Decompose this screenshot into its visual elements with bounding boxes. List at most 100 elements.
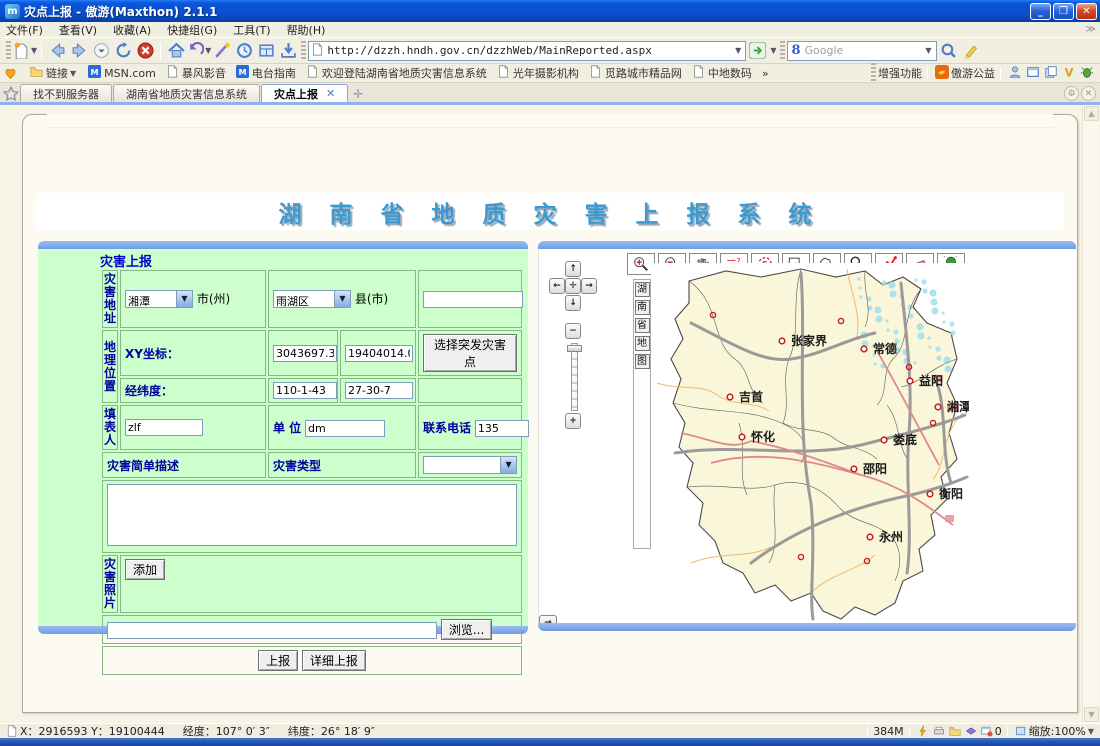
urlbar-grip[interactable] [301, 41, 306, 61]
download-folder-icon[interactable] [949, 725, 961, 737]
link-item-4[interactable]: 光年摄影机构 [497, 65, 579, 81]
popup-blocker-icon[interactable] [981, 725, 993, 737]
link-item-6[interactable]: 中地数码 [692, 65, 752, 81]
disaster-type-select[interactable]: ▼ [423, 456, 517, 474]
search-input[interactable]: Google [805, 44, 924, 57]
pan-up-button[interactable]: ↑ [565, 261, 581, 277]
link-item-1[interactable]: 暴风影音 [166, 65, 226, 81]
trophy-icon[interactable]: V [1060, 65, 1078, 82]
stop-button[interactable] [134, 40, 156, 62]
go-button[interactable] [746, 40, 768, 62]
address-bar[interactable]: http://dzzh.hndh.gov.cn/dzzhWeb/MainRepo… [308, 41, 746, 61]
plus-features-button[interactable]: 增强功能 [878, 65, 922, 81]
phone-input[interactable] [475, 420, 529, 437]
pan-center-button[interactable]: ✛ [565, 278, 581, 294]
url-input[interactable]: http://dzzh.hndh.gov.cn/dzzhWeb/MainRepo… [327, 44, 733, 57]
layer-button-1[interactable]: 南 [635, 300, 650, 315]
links-overflow-button[interactable]: » [762, 67, 769, 80]
zoom-slider-thumb[interactable] [567, 345, 582, 352]
scroll-up-icon[interactable]: ▲ [1084, 106, 1099, 121]
detail-submit-button[interactable]: 详细上报 [302, 650, 366, 671]
bug-icon[interactable] [1078, 65, 1096, 82]
back-button[interactable] [46, 40, 68, 62]
undo-button[interactable]: ▼ [187, 40, 211, 62]
pan-right-button[interactable]: → [581, 278, 597, 294]
favorites-star-icon[interactable] [2, 86, 20, 102]
tab-1[interactable]: 湖南省地质灾害信息系统 [113, 84, 260, 102]
plugin-icon[interactable] [965, 725, 977, 737]
zoom-level[interactable]: 缩放:100% [1029, 723, 1086, 739]
menu-item-2[interactable]: 收藏(A) [113, 24, 151, 37]
download-button[interactable] [277, 40, 299, 62]
search-button[interactable] [937, 40, 959, 62]
menu-item-5[interactable]: 帮助(H) [287, 24, 326, 37]
zoom-in-step-button[interactable]: + [565, 413, 581, 429]
unit-input[interactable] [305, 420, 385, 437]
longitude-input[interactable] [273, 382, 337, 399]
favorites-heart-icon[interactable] [4, 67, 20, 80]
tab-close-icon[interactable]: ✕ [326, 87, 335, 100]
tab-0[interactable]: 找不到服务器 [20, 84, 112, 102]
restore-button[interactable]: ❐ [1053, 3, 1074, 20]
toolbar-grip[interactable] [6, 41, 11, 61]
menu-overflow-icon[interactable]: ≫ [1086, 24, 1096, 35]
pan-left-button[interactable]: ← [549, 278, 565, 294]
layer-button-2[interactable]: 省 [635, 318, 650, 333]
layer-button-4[interactable]: 图 [635, 354, 650, 369]
menu-item-3[interactable]: 快捷组(G) [167, 24, 217, 37]
search-engine-dropdown-icon[interactable]: ▼ [923, 46, 933, 55]
menu-item-0[interactable]: 文件(F) [6, 24, 43, 37]
vertical-scrollbar[interactable]: ▲ ▼ [1082, 105, 1099, 723]
link-item-3[interactable]: 欢迎登陆湖南省地质灾害信息系统 [306, 65, 487, 81]
tab-settings-wrench-icon[interactable]: ⚙ [1064, 86, 1079, 101]
pick-disaster-point-button[interactable]: 选择突发灾害点 [423, 334, 517, 372]
submit-button[interactable]: 上报 [258, 650, 298, 671]
capture-button[interactable] [255, 40, 277, 62]
proxy-icon[interactable] [933, 725, 945, 737]
history-clock-button[interactable] [233, 40, 255, 62]
city-select[interactable]: 湘潭▼ [125, 290, 193, 308]
latitude-input[interactable] [345, 382, 413, 399]
layer-button-3[interactable]: 地 [635, 336, 650, 351]
user-icon[interactable] [1006, 65, 1024, 82]
browse-button[interactable]: 浏览... [441, 619, 492, 640]
link-item-5[interactable]: 觅路城市精品网 [589, 65, 682, 81]
new-window-icon[interactable] [1024, 65, 1042, 82]
lightning-icon[interactable] [917, 725, 929, 737]
zoom-out-step-button[interactable]: − [565, 323, 581, 339]
go-dropdown-icon[interactable]: ▼ [768, 46, 778, 55]
new-tab-button[interactable]: ✛ [349, 86, 367, 102]
x-coordinate-input[interactable] [273, 345, 337, 362]
link-item-2[interactable]: M电台指南 [236, 65, 296, 81]
zoom-slider-track[interactable] [571, 343, 578, 411]
link-item-0[interactable]: MMSN.com [88, 65, 156, 81]
y-coordinate-input[interactable] [345, 345, 413, 362]
county-select[interactable]: 雨湖区▼ [273, 290, 351, 308]
tab-close-all-icon[interactable]: ✕ [1081, 86, 1096, 101]
home-button[interactable] [165, 40, 187, 62]
pan-down-button[interactable]: ↓ [565, 295, 581, 311]
snap-tool-button[interactable] [211, 40, 233, 62]
history-dropdown-button[interactable] [90, 40, 112, 62]
expand-panel-button[interactable]: → [539, 615, 557, 623]
minimize-button[interactable]: _ [1030, 3, 1051, 20]
url-dropdown-icon[interactable]: ▼ [733, 46, 743, 55]
new-page-button[interactable]: ▼ [13, 40, 37, 62]
add-photo-button[interactable]: 添加 [125, 559, 165, 580]
menu-item-4[interactable]: 工具(T) [233, 24, 270, 37]
search-grip[interactable] [780, 41, 785, 61]
photo-file-input[interactable] [107, 622, 437, 639]
refresh-button[interactable] [112, 40, 134, 62]
forward-button[interactable] [68, 40, 90, 62]
close-button[interactable]: ✕ [1076, 3, 1097, 20]
layer-button-0[interactable]: 湖 [635, 282, 650, 297]
links-folder-button[interactable]: 链接 ▼ [30, 65, 78, 81]
menu-item-1[interactable]: 查看(V) [59, 24, 97, 37]
tab-2[interactable]: 灾点上报✕ [261, 84, 348, 102]
search-box[interactable]: 8 Google ▼ [787, 41, 937, 61]
reporter-name-input[interactable] [125, 419, 203, 436]
page-zoom-icon[interactable] [1015, 725, 1027, 737]
address-detail-input[interactable] [423, 291, 523, 308]
scroll-down-icon[interactable]: ▼ [1084, 707, 1099, 722]
description-textarea[interactable] [107, 484, 517, 546]
